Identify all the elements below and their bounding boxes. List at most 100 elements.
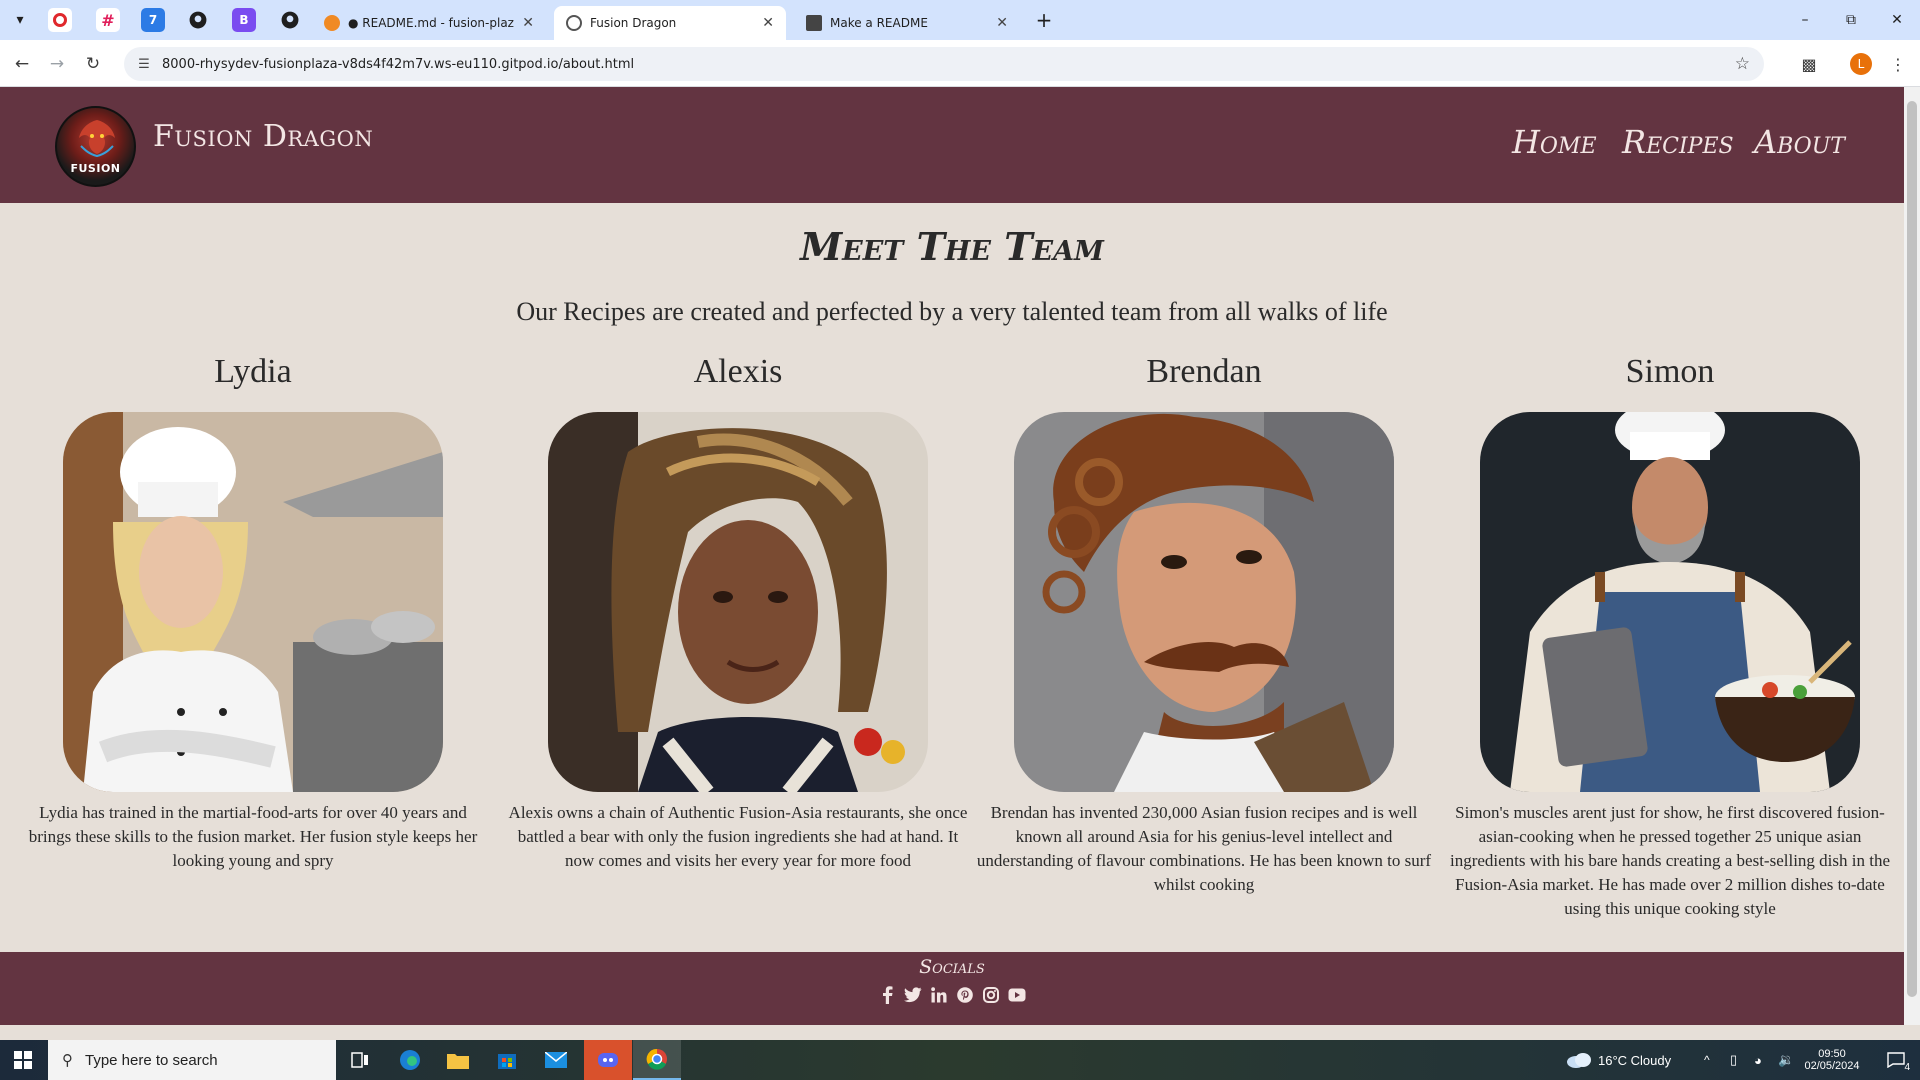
member-name: Lydia [214, 353, 292, 390]
linkedin-icon[interactable] [930, 986, 948, 1004]
profile-avatar[interactable]: L [1850, 53, 1872, 75]
close-icon[interactable]: ✕ [522, 15, 534, 31]
taskbar-search-placeholder[interactable]: Type here to search [85, 1052, 218, 1069]
member-name: Alexis [693, 353, 783, 390]
nav-home-link[interactable]: Home [1512, 123, 1597, 161]
close-window-button[interactable]: ✕ [1874, 0, 1920, 40]
site-brand[interactable]: Fusion Dragon [153, 119, 373, 154]
taskbar-search-box[interactable]: ⚲ Type here to search [48, 1040, 336, 1080]
browser-tab-strip: ▾ # 7 B ● README.md - fusion-plaza - ✕ F… [0, 0, 1920, 40]
show-hidden-icons-chevron-icon[interactable]: ^ [1704, 1040, 1710, 1080]
clock-date: 02/05/2024 [1804, 1060, 1860, 1072]
close-icon[interactable]: ✕ [996, 15, 1008, 31]
slack-pinned-icon[interactable]: # [96, 8, 120, 32]
reload-icon[interactable]: ↻ [79, 50, 107, 78]
notification-center-icon[interactable]: 4 [1878, 1040, 1914, 1080]
weather-widget[interactable]: 16°C Cloudy [1566, 1040, 1671, 1080]
github-pinned-icon-2[interactable] [278, 8, 302, 32]
dragon-icon [79, 120, 115, 158]
github-pinned-icon[interactable] [186, 8, 210, 32]
task-view-icon[interactable] [336, 1040, 384, 1080]
device-icon[interactable]: ▯ [1730, 1040, 1737, 1080]
page-viewport: FUSION Fusion Dragon Home Recipes About … [0, 87, 1904, 1025]
member-name: Simon [1625, 353, 1715, 390]
tab-fusion-dragon[interactable]: Fusion Dragon ✕ [554, 6, 786, 40]
mail-icon[interactable] [532, 1040, 580, 1080]
opera-pinned-icon[interactable] [48, 8, 72, 32]
browser-toolbar: ← → ↻ ☰ 8000-rhysydev-fusionplaza-v8ds4f… [0, 40, 1920, 87]
clock-time: 09:50 [1818, 1048, 1846, 1060]
search-icon: ⚲ [62, 1051, 73, 1069]
globe-favicon-icon [566, 15, 582, 31]
document-favicon-icon [806, 15, 822, 31]
windows-start-icon[interactable] [0, 1040, 46, 1080]
chef-portrait-image [1014, 412, 1394, 792]
chrome-browser-icon[interactable] [633, 1040, 681, 1080]
chef-portrait-image [548, 412, 928, 792]
new-tab-button[interactable]: + [1030, 6, 1058, 34]
minimize-button[interactable]: – [1782, 0, 1828, 40]
site-info-icon[interactable]: ☰ [130, 57, 158, 72]
chef-portrait-image [1480, 412, 1860, 792]
nav-about-link[interactable]: About [1754, 123, 1845, 161]
volume-icon[interactable]: 🔉 [1778, 1040, 1794, 1080]
cloud-icon [1567, 1053, 1591, 1068]
tab-label: ● README.md - fusion-plaza - [348, 16, 515, 30]
tab-search-icon[interactable]: ▾ [6, 6, 34, 34]
address-bar[interactable]: ☰ 8000-rhysydev-fusionplaza-v8ds4f42m7v.… [124, 47, 1764, 81]
member-photo-alexis [548, 412, 928, 792]
file-explorer-icon[interactable] [434, 1040, 482, 1080]
weather-text: 16°C Cloudy [1598, 1052, 1672, 1068]
nav-recipes-link[interactable]: Recipes [1622, 123, 1734, 161]
bookmark-star-icon[interactable]: ☆ [1735, 54, 1750, 74]
notification-count: 4 [1904, 1062, 1910, 1073]
tab-label: Fusion Dragon [590, 16, 677, 30]
menu-kebab-icon[interactable]: ⋮ [1884, 50, 1912, 78]
team-member-card: Simon Simon's muscles arent just for sho… [1440, 353, 1900, 918]
member-photo-brendan [1014, 412, 1394, 792]
page-title: Meet The Team [800, 224, 1104, 269]
facebook-icon[interactable] [878, 986, 896, 1004]
socials-title: Socials [919, 956, 985, 978]
forward-arrow-icon[interactable]: → [43, 50, 71, 78]
site-header: FUSION Fusion Dragon Home Recipes About [0, 87, 1904, 203]
social-icons [0, 986, 1904, 1004]
logo-text: FUSION [70, 162, 121, 175]
member-photo-lydia [63, 412, 443, 792]
member-photo-simon [1480, 412, 1860, 792]
discord-app-icon[interactable] [584, 1040, 632, 1080]
tab-make-readme[interactable]: Make a README ✕ [794, 6, 1020, 40]
member-bio: Brendan has invented 230,000 Asian fusio… [976, 803, 1432, 894]
page-subtitle: Our Recipes are created and perfected by… [516, 297, 1388, 326]
site-footer: Socials [0, 952, 1904, 1025]
back-arrow-icon[interactable]: ← [8, 50, 36, 78]
url-text[interactable]: 8000-rhysydev-fusionplaza-v8ds4f42m7v.ws… [162, 57, 634, 72]
close-icon[interactable]: ✕ [762, 15, 774, 31]
twitter-icon[interactable] [904, 986, 922, 1004]
team-member-card: Brendan Brendan has invented 230,000 Asi… [974, 353, 1434, 894]
member-bio: Lydia has trained in the martial-food-ar… [28, 803, 478, 870]
edge-browser-icon[interactable] [386, 1040, 434, 1080]
microsoft-store-icon[interactable] [483, 1040, 531, 1080]
calendar-pinned-icon[interactable]: 7 [141, 8, 165, 32]
network-icon[interactable]: ◕ [1754, 1040, 1762, 1080]
team-member-card: Lydia Lydia has trained in the martial-f… [23, 353, 483, 870]
chef-portrait-image [63, 412, 443, 792]
pinterest-icon[interactable] [956, 986, 974, 1004]
member-name: Brendan [1146, 353, 1262, 390]
member-bio: Alexis owns a chain of Authentic Fusion-… [508, 803, 968, 870]
restore-button[interactable]: ⧉ [1828, 0, 1874, 40]
youtube-icon[interactable] [1008, 986, 1026, 1004]
bootstrap-pinned-icon[interactable]: B [232, 8, 256, 32]
fusion-dragon-logo[interactable]: FUSION [55, 106, 136, 187]
member-bio: Simon's muscles arent just for show, he … [1449, 803, 1890, 918]
scrollbar-thumb[interactable] [1907, 101, 1917, 997]
tab-label: Make a README [830, 16, 928, 30]
vertical-scrollbar[interactable] [1904, 87, 1920, 1025]
clock[interactable]: 09:50 02/05/2024 [1800, 1040, 1864, 1080]
tab-readme[interactable]: ● README.md - fusion-plaza - ✕ [312, 6, 546, 40]
team-member-card: Alexis Alexis owns a chain of Authentic … [508, 353, 968, 870]
extensions-icon[interactable]: ▩ [1795, 50, 1823, 78]
windows-taskbar: ⚲ Type here to search 16°C Cloudy ^ ▯ ◕ … [0, 1040, 1920, 1080]
instagram-icon[interactable] [982, 986, 1000, 1004]
